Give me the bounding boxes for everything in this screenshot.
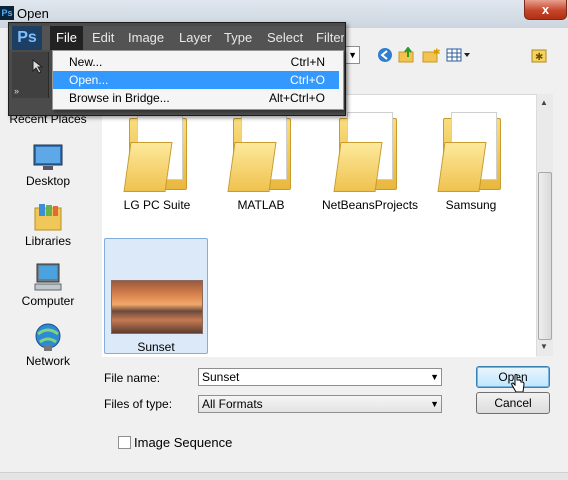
sidebar-item-network[interactable]: Network [0, 322, 96, 368]
view-menu-icon[interactable] [446, 46, 472, 64]
folder-icon [123, 112, 187, 192]
sidebar-item-label: Computer [21, 294, 75, 308]
menu-type[interactable]: Type [218, 26, 258, 50]
menu-item-label: Browse in Bridge... [69, 91, 170, 105]
move-tool-icon[interactable] [30, 58, 46, 77]
svg-text:✱: ✱ [433, 48, 440, 58]
folder-item[interactable]: NetBeansProjects [322, 112, 419, 212]
preview-pane-icon[interactable]: ✱ [530, 46, 548, 64]
computer-icon [31, 262, 65, 292]
menu-file[interactable]: File [50, 26, 83, 50]
menu-item-browse-in-bridge[interactable]: Browse in Bridge... Alt+Ctrl+O [53, 89, 339, 107]
sidebar-item-computer[interactable]: Computer [0, 262, 96, 308]
up-folder-icon[interactable] [398, 46, 416, 64]
dialog-title: Open [17, 6, 49, 21]
photoshop-logo: Ps [12, 26, 42, 50]
menu-item-shortcut: Ctrl+N [290, 55, 325, 69]
menu-filter[interactable]: Filter [310, 26, 344, 50]
menu-item-open[interactable]: Open... Ctrl+O [53, 71, 339, 89]
file-type-label: Files of type: [104, 397, 173, 411]
chevron-down-icon[interactable]: ▼ [430, 396, 439, 412]
menu-select[interactable]: Select [261, 26, 309, 50]
close-button[interactable]: x [524, 0, 567, 20]
scroll-up-icon[interactable]: ▲ [540, 98, 548, 107]
menu-layer[interactable]: Layer [173, 26, 218, 50]
sidebar-item-label: Network [25, 354, 70, 368]
folder-icon [437, 112, 501, 192]
scroll-down-icon[interactable]: ▼ [540, 342, 548, 351]
new-folder-icon[interactable]: ✱ [422, 46, 440, 64]
menu-item-new[interactable]: New... Ctrl+N [53, 53, 339, 71]
libraries-icon [31, 202, 65, 232]
image-sequence-label: Image Sequence [134, 435, 233, 450]
image-sequence-checkbox[interactable] [118, 436, 131, 449]
image-file-label: Sunset [137, 340, 175, 354]
menu-item-shortcut: Ctrl+O [289, 73, 325, 87]
folder-label: LG PC Suite [123, 198, 191, 212]
folder-icon [227, 112, 291, 192]
file-name-input[interactable]: Sunset ▼ [198, 368, 442, 386]
folder-icon [333, 112, 397, 192]
sidebar-item-desktop[interactable]: Desktop [0, 142, 96, 188]
menu-item-label: Open... [69, 73, 109, 87]
folder-item[interactable]: Samsung [426, 112, 516, 212]
folder-item[interactable]: LG PC Suite [112, 112, 202, 212]
file-name-label: File name: [104, 371, 161, 385]
desktop-icon [31, 142, 65, 172]
back-icon[interactable] [376, 46, 394, 64]
file-type-select[interactable]: All Formats ▼ [198, 395, 442, 413]
folder-item[interactable]: MATLAB [216, 112, 306, 212]
svg-text:✱: ✱ [535, 52, 543, 63]
folder-label: Samsung [445, 198, 497, 212]
navigation-pane: Recent Places Desktop Libraries Computer… [0, 98, 96, 368]
menu-edit[interactable]: Edit [86, 26, 120, 50]
close-icon: x [541, 2, 550, 17]
cancel-button[interactable]: Cancel [476, 392, 550, 414]
sidebar-item-label: Libraries [24, 234, 72, 248]
file-menu-dropdown: New... Ctrl+N Open... Ctrl+O Browse in B… [52, 50, 344, 110]
scrollbar-thumb[interactable] [538, 172, 552, 340]
menu-item-shortcut: Alt+Ctrl+O [268, 91, 325, 105]
file-type-value: All Formats [202, 397, 263, 411]
cancel-button-label: Cancel [494, 396, 532, 410]
folder-label: NetBeansProjects [322, 198, 419, 212]
sidebar-item-label: Desktop [25, 174, 71, 188]
menu-image[interactable]: Image [122, 26, 170, 50]
network-icon [31, 322, 65, 352]
sidebar-item-libraries[interactable]: Libraries [0, 202, 96, 248]
chevron-down-icon[interactable]: ▼ [430, 369, 439, 385]
chevron-down-icon: ▼ [348, 50, 357, 60]
sunset-thumbnail [111, 280, 203, 334]
photoshop-app-icon: Ps [0, 6, 14, 20]
menu-item-label: New... [69, 55, 103, 69]
expand-panel-icon[interactable]: » [14, 86, 19, 96]
folder-label: MATLAB [237, 198, 285, 212]
file-name-value: Sunset [202, 370, 240, 384]
